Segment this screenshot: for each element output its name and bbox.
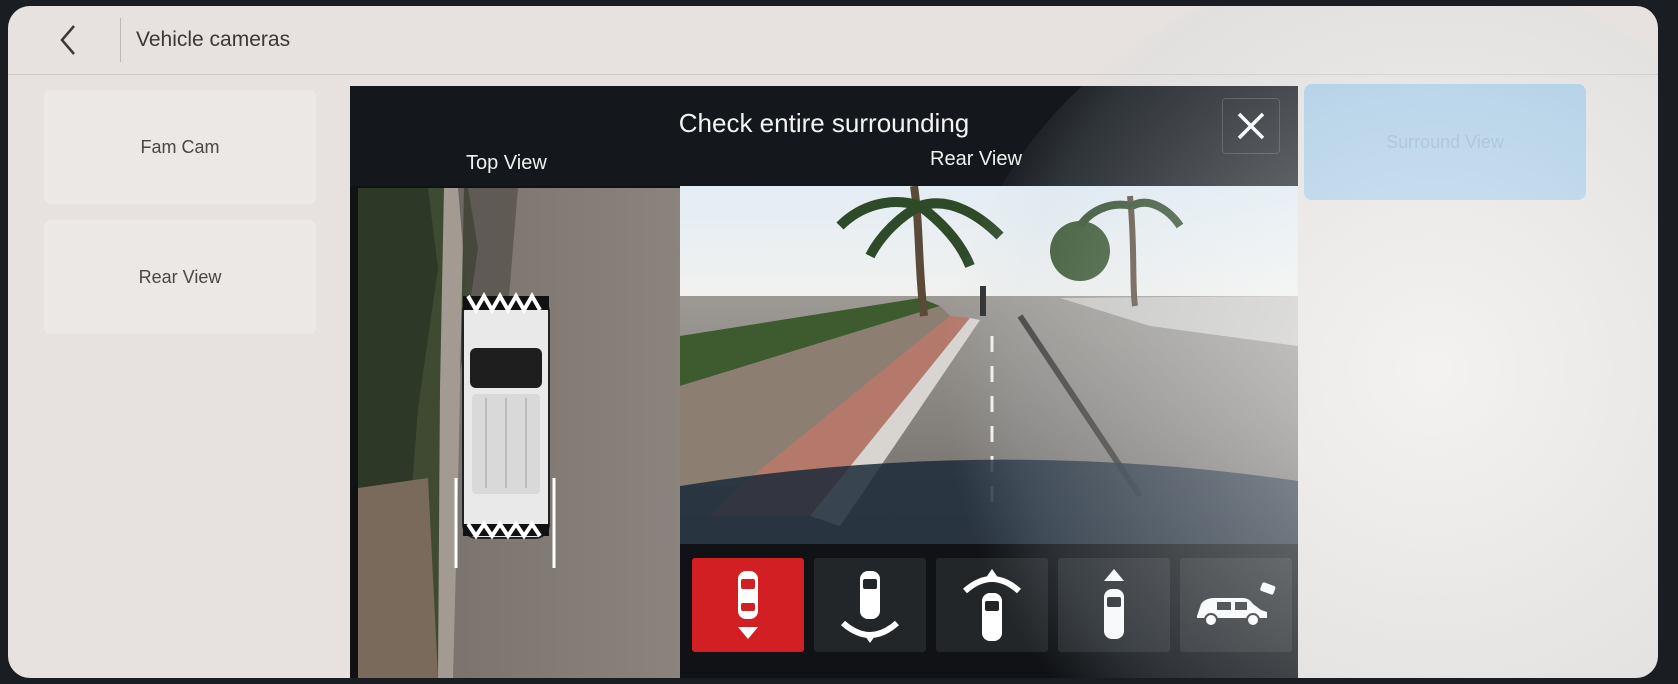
rear-view-label: Rear View [138, 266, 222, 287]
close-button[interactable] [1222, 98, 1280, 154]
close-icon [1237, 112, 1265, 140]
page-title: Vehicle cameras [136, 28, 291, 51]
header-divider [120, 18, 121, 62]
fam-cam-label: Fam Cam [140, 136, 220, 157]
chevron-left-icon [60, 25, 75, 55]
car-front-view-icon [1104, 569, 1124, 639]
fam-cam-button[interactable]: Fam Cam [44, 90, 316, 204]
mode-side-camera-button[interactable] [1180, 558, 1292, 652]
car-front-wide-view-icon [963, 569, 1021, 641]
rear-view-image [680, 186, 1298, 544]
mode-rear-wide-button[interactable] [814, 558, 926, 652]
camera-panel-header: Check entire surrounding Top View Rear V… [350, 86, 1298, 186]
rear-view-feed-label: Rear View [930, 148, 1022, 170]
top-view-image [358, 188, 680, 678]
rear-view-camera-feed [680, 186, 1298, 544]
vehicle-cameras-screen: Vehicle cameras Fam Cam Rear View Surrou… [8, 6, 1658, 678]
mode-front-wide-button[interactable] [936, 558, 1048, 652]
mode-rear-view-button[interactable] [692, 558, 804, 652]
camera-panel: Check entire surrounding Top View Rear V… [350, 86, 1298, 678]
camera-mode-bar [680, 548, 1298, 678]
top-bar: Vehicle cameras [8, 6, 1658, 75]
car-side-camera-icon [1197, 582, 1276, 627]
mode-front-view-button[interactable] [1058, 558, 1170, 652]
camera-panel-title: Check entire surrounding [678, 108, 970, 138]
top-view-label: Top View [466, 152, 547, 174]
rear-view-button[interactable]: Rear View [44, 220, 316, 334]
surround-view-button[interactable]: Surround View [1304, 84, 1586, 200]
back-button[interactable] [44, 20, 92, 60]
top-view-camera-feed [358, 188, 680, 678]
car-rear-wide-view-icon [841, 571, 899, 643]
surround-view-label: Surround View [1386, 131, 1504, 152]
car-rear-view-icon [738, 571, 758, 639]
